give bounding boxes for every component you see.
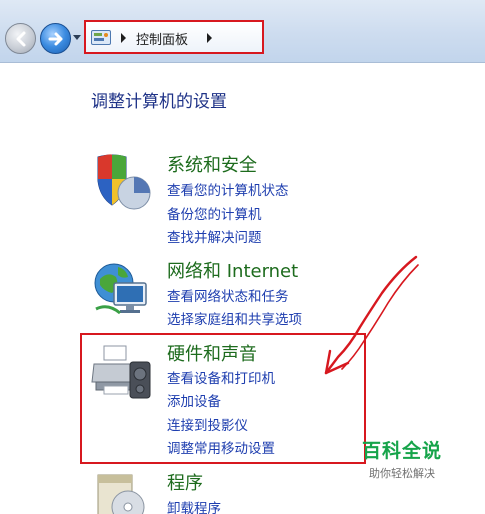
forward-button[interactable] [40, 23, 71, 54]
link-network-status[interactable]: 查看网络状态和任务 [167, 285, 289, 305]
forward-arrow-icon [48, 32, 63, 46]
category-title[interactable]: 程序 [167, 469, 203, 495]
link-homegroup-sharing[interactable]: 选择家庭组和共享选项 [167, 308, 302, 328]
shield-pie-icon [97, 154, 151, 210]
category-title[interactable]: 系统和安全 [167, 151, 257, 177]
category-title[interactable]: 网络和 Internet [167, 257, 298, 283]
back-button[interactable] [5, 23, 36, 54]
globe-network-icon [94, 263, 147, 315]
link-troubleshoot[interactable]: 查找并解决问题 [167, 226, 262, 246]
link-backup-computer[interactable]: 备份您的计算机 [167, 203, 262, 223]
breadcrumb-separator-icon[interactable] [207, 33, 212, 43]
program-disc-icon [97, 474, 145, 514]
page-title: 调整计算机的设置 [91, 92, 227, 112]
annotation-arrow-icon [324, 255, 419, 375]
watermark-subtitle: 助你轻松解决 [369, 467, 435, 480]
back-arrow-icon [16, 31, 26, 47]
breadcrumb-separator-icon[interactable] [121, 33, 126, 43]
category-system-security: 系统和安全 查看您的计算机状态 备份您的计算机 查找并解决问题 [90, 151, 390, 247]
navigation-bar: 控制面板 [0, 0, 485, 63]
watermark: 百科全说 助你轻松解决 [352, 436, 452, 481]
breadcrumb-control-panel[interactable]: 控制面板 [136, 29, 188, 48]
watermark-title: 百科全说 [361, 440, 442, 462]
category-programs: 程序 卸载程序 [90, 469, 390, 514]
recent-pages-dropdown-icon[interactable] [73, 35, 81, 40]
content-pane: 调整计算机的设置 系统和安全 查看您的计算机状态 备份您的计算机 查找并解决问题 [0, 63, 485, 514]
link-uninstall-program[interactable]: 卸载程序 [167, 497, 221, 514]
link-view-computer-status[interactable]: 查看您的计算机状态 [167, 179, 289, 199]
control-panel-icon [91, 30, 111, 45]
address-bar[interactable]: 控制面板 [84, 20, 264, 54]
